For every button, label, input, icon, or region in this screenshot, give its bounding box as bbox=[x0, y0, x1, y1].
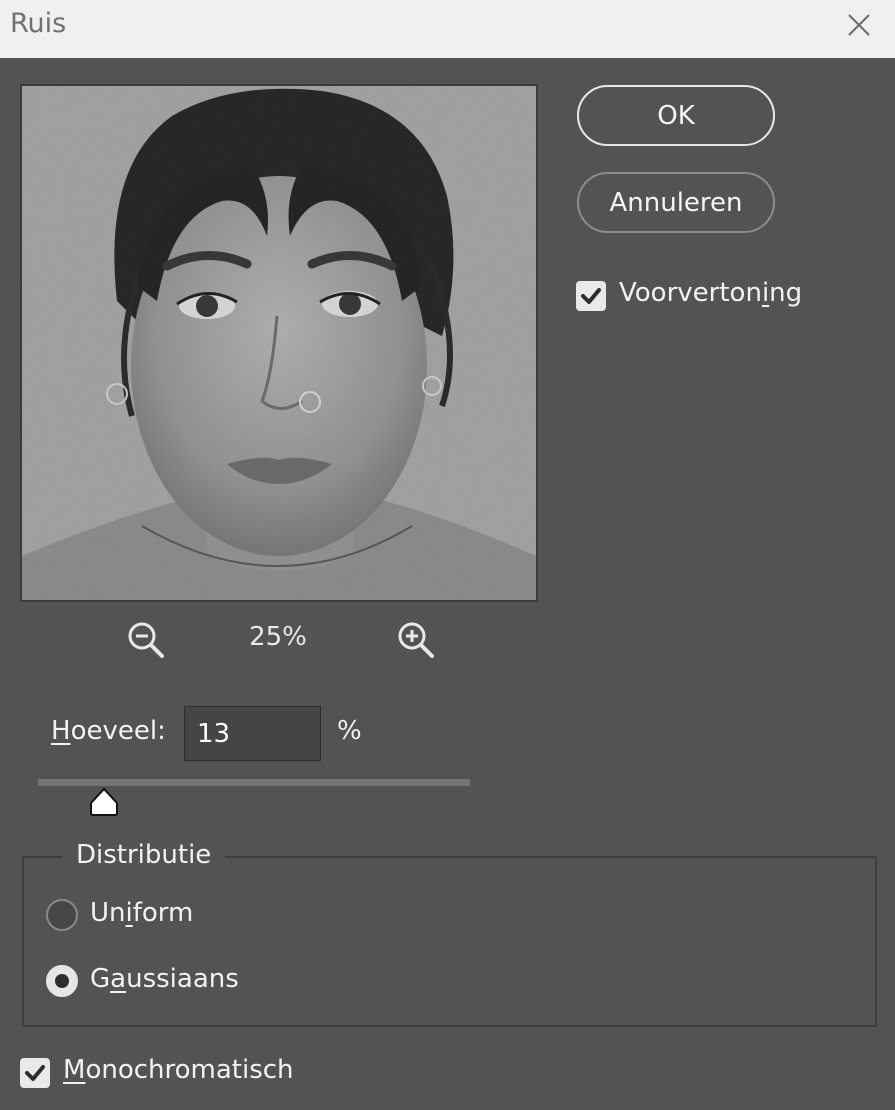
amount-label: Hoeveel: bbox=[51, 716, 166, 746]
uniform-label-suffix: form bbox=[132, 898, 194, 928]
monochrome-label-mnemonic: M bbox=[63, 1055, 86, 1085]
gaussian-label-mnemonic: a bbox=[110, 964, 127, 994]
uniform-label[interactable]: Uniform bbox=[90, 898, 193, 928]
amount-slider-thumb[interactable] bbox=[88, 787, 120, 817]
preview-checkbox[interactable] bbox=[576, 281, 606, 311]
uniform-label-mnemonic: i bbox=[125, 898, 133, 928]
amount-input[interactable] bbox=[184, 706, 321, 761]
zoom-level: 25% bbox=[249, 622, 307, 652]
preview-label-suffix: ng bbox=[769, 278, 803, 308]
amount-label-rest: oeveel: bbox=[70, 716, 166, 746]
zoom-in-icon[interactable] bbox=[396, 620, 436, 660]
checkmark-icon bbox=[581, 288, 601, 304]
monochrome-checkbox[interactable] bbox=[20, 1058, 50, 1088]
checkmark-icon bbox=[25, 1065, 45, 1081]
preview-label[interactable]: Voorvertoning bbox=[619, 278, 802, 308]
preview-label-prefix: Voorverton bbox=[619, 278, 762, 308]
portrait-illustration bbox=[22, 86, 536, 600]
radio-gaussian[interactable] bbox=[46, 965, 78, 997]
uniform-label-prefix: Un bbox=[90, 898, 126, 928]
close-icon bbox=[848, 14, 870, 36]
amount-slider-track[interactable] bbox=[38, 779, 470, 786]
gaussian-label-suffix: ussiaans bbox=[126, 964, 239, 994]
amount-unit: % bbox=[337, 716, 362, 746]
radio-selected-dot bbox=[55, 974, 69, 988]
amount-label-mnemonic: H bbox=[51, 716, 71, 746]
ok-button[interactable]: OK bbox=[577, 85, 775, 146]
gaussian-label[interactable]: Gaussiaans bbox=[90, 964, 239, 994]
cancel-button[interactable]: Annuleren bbox=[577, 172, 775, 233]
title-bar: Ruis bbox=[0, 0, 895, 58]
distribution-group bbox=[22, 856, 877, 1027]
monochrome-label-rest: onochromatisch bbox=[85, 1055, 294, 1085]
distribution-legend: Distributie bbox=[62, 840, 226, 870]
preview-image[interactable] bbox=[20, 84, 538, 602]
zoom-out-icon[interactable] bbox=[126, 620, 166, 660]
gaussian-label-prefix: G bbox=[90, 964, 111, 994]
close-button[interactable] bbox=[838, 4, 880, 46]
dialog-title: Ruis bbox=[10, 8, 67, 39]
radio-uniform[interactable] bbox=[46, 899, 78, 931]
monochrome-label[interactable]: Monochromatisch bbox=[63, 1055, 294, 1085]
